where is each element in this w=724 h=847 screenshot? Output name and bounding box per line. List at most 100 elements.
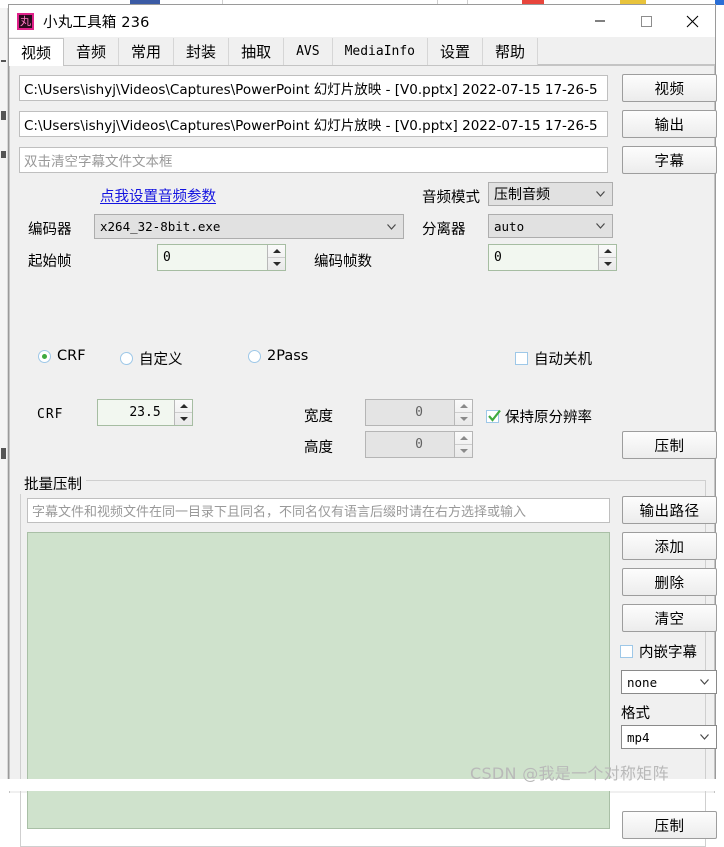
height-value: 0 [415,437,423,452]
encoder-label: 编码器 [28,222,72,238]
radio-2pass-dot [248,349,261,363]
spinner-down-icon[interactable] [175,412,192,425]
radio-custom-label: 自定义 [139,352,183,368]
width-label: 宽度 [304,409,333,425]
spinner-down-icon[interactable] [599,257,616,270]
audio-mode-select[interactable]: 压制音频 [488,182,613,206]
maximize-icon[interactable] [623,5,669,37]
spinner-up-icon[interactable] [175,400,192,412]
chevron-down-icon [387,223,396,230]
auto-shutdown-checkbox[interactable]: 自动关机 [515,348,592,369]
sliver-mark-2 [1,111,6,120]
spinner-up-icon[interactable] [599,245,616,257]
frame-count-spinner[interactable] [598,245,616,270]
spinner-down-icon[interactable] [455,444,472,457]
radio-custom-dot [120,352,133,365]
start-frame-label: 起始帧 [28,254,72,270]
subtitle-browse-button[interactable]: 字幕 [622,146,717,174]
taskbar-chip-edge [715,0,724,5]
add-button[interactable]: 添加 [622,532,717,560]
format-select[interactable]: mp4 [621,725,717,749]
subtitle-language-value: none [627,674,658,690]
chevron-down-icon [700,679,709,685]
keep-resolution-box [486,409,501,423]
embed-subtitle-checkbox[interactable]: 内嵌字幕 [620,641,697,662]
format-label: 格式 [621,706,650,722]
tab-mux[interactable]: 封装 [174,38,230,65]
output-browse-button[interactable]: 输出 [622,110,717,138]
height-label: 高度 [304,440,333,456]
keep-resolution-label: 保持原分辨率 [505,410,592,426]
crf-input[interactable]: 23.5 [97,399,193,426]
width-spinner[interactable] [454,400,472,425]
radio-custom[interactable]: 自定义 [120,348,183,369]
crf-label: CRF [37,407,64,422]
batch-hint-input[interactable]: 字幕文件和视频文件在同一目录下且同名，不同名仅有语言后缀时请在右方选择或输入 [27,498,610,523]
auto-shutdown-label: 自动关机 [534,352,592,368]
start-frame-spinner[interactable] [267,245,285,270]
radio-2pass[interactable]: 2Pass [248,348,308,364]
csdn-watermark: CSDN @我是一个对称矩阵 [470,764,669,783]
spinner-down-icon[interactable] [268,257,285,270]
subtitle-language-select[interactable]: none [621,670,717,694]
chevron-down-icon [596,191,605,197]
tab-help[interactable]: 帮助 [483,38,539,65]
window-title: 小丸工具箱 236 [43,14,150,31]
close-icon[interactable] [669,5,715,37]
spinner-up-icon[interactable] [268,245,285,257]
spinner-up-icon[interactable] [455,400,472,412]
height-input[interactable]: 0 [365,431,473,458]
frame-count-value: 0 [494,250,502,265]
radio-crf-dot [38,349,51,363]
sliver-mark-1 [1,60,6,62]
embed-subtitle-label: 内嵌字幕 [639,645,697,661]
spinner-down-icon[interactable] [455,412,472,425]
checkmark-icon [488,409,501,422]
auto-shutdown-box [515,352,528,365]
frame-count-input[interactable]: 0 [488,244,617,271]
window-controls [577,5,715,37]
output-path-input[interactable]: C:\Users\ishyj\Videos\Captures\PowerPoin… [19,111,608,137]
start-frame-input[interactable]: 0 [157,244,286,271]
delete-button[interactable]: 删除 [622,568,717,596]
video-tab-panel: C:\Users\ishyj\Videos\Captures\PowerPoin… [9,66,717,847]
encoder-value: x264_32-8bit.exe [100,219,221,234]
title-bar: 丸 小丸工具箱 236 [9,5,715,37]
tab-common[interactable]: 常用 [119,38,175,65]
video-browse-button[interactable]: 视频 [622,74,717,102]
audio-mode-value: 压制音频 [494,187,550,203]
tab-avs[interactable]: AVS [284,38,333,65]
start-frame-value: 0 [163,250,171,265]
app-window: 丸 小丸工具箱 236 视频 音频 常用 封装 抽取 AVS MediaInfo… [8,4,717,847]
radio-crf[interactable]: CRF [38,348,86,364]
demuxer-select[interactable]: auto [488,214,613,238]
width-input[interactable]: 0 [365,399,473,426]
output-path-button[interactable]: 输出路径 [622,496,717,524]
demuxer-value: auto [494,218,525,234]
tab-strip: 视频 音频 常用 封装 抽取 AVS MediaInfo 设置 帮助 [9,37,715,66]
width-value: 0 [415,405,423,420]
encoder-select[interactable]: x264_32-8bit.exe [94,214,404,239]
height-spinner[interactable] [454,432,472,457]
keep-resolution-checkbox[interactable]: 保持原分辨率 [486,406,592,427]
sliver-mark-4 [1,448,6,459]
tab-mediainfo[interactable]: MediaInfo [332,38,429,65]
compress-button-main[interactable]: 压制 [622,431,717,459]
tab-audio[interactable]: 音频 [64,38,120,65]
crf-spinner[interactable] [174,400,192,425]
batch-compress-title: 批量压制 [20,473,86,494]
tab-video[interactable]: 视频 [9,38,65,66]
clear-button[interactable]: 清空 [622,604,717,632]
audio-settings-link[interactable]: 点我设置音频参数 [100,185,216,206]
chevron-down-icon [596,223,605,229]
sliver-mark-3 [1,151,6,158]
video-path-input[interactable]: C:\Users\ishyj\Videos\Captures\PowerPoin… [19,75,608,101]
minimize-icon[interactable] [577,5,623,37]
compress-button-batch[interactable]: 压制 [622,811,717,839]
subtitle-path-input[interactable]: 双击清空字幕文件文本框 [19,147,608,173]
tab-extract[interactable]: 抽取 [229,38,285,65]
spinner-up-icon[interactable] [455,432,472,444]
background-window-sliver [0,8,8,791]
tab-settings[interactable]: 设置 [428,38,484,65]
embed-subtitle-box [620,645,633,658]
